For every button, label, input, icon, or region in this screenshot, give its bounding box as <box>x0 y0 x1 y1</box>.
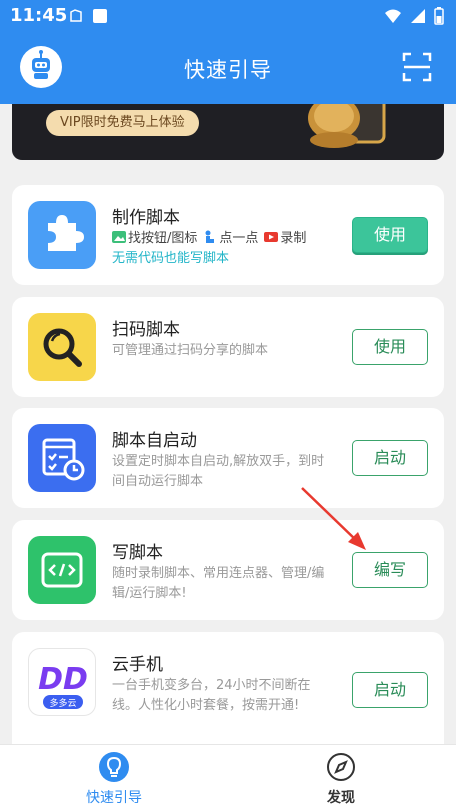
battery-icon <box>434 7 444 25</box>
nav-discover[interactable]: 发现 <box>281 751 401 807</box>
record-icon <box>264 231 279 242</box>
vip-coin-icon <box>308 104 386 148</box>
card-title: 写脚本 <box>112 543 163 563</box>
card-scan-script: 扫码脚本 可管理通过扫码分享的脚本 使用 <box>12 297 444 397</box>
feature-find-button: 找按钮/图标 <box>128 231 198 246</box>
status-time: 11:45 <box>10 5 68 26</box>
scan-icon[interactable] <box>402 52 432 82</box>
notification-square-icon <box>93 9 107 23</box>
write-button[interactable]: 编写 <box>352 552 428 588</box>
schedule-icon <box>28 424 96 492</box>
page-title: 快速引导 <box>184 58 272 82</box>
vip-promo-label: VIP限时免费马上体验 <box>46 110 199 136</box>
feature-record: 录制 <box>280 231 307 246</box>
tap-hand-icon <box>205 230 215 243</box>
nav-quick-guide[interactable]: 快速引导 <box>54 751 174 807</box>
card-make-script: 制作脚本 找按钮/图标 点一点 录制 无需代码也能写脚本 使用 <box>12 185 444 285</box>
duoduoyun-logo: DD 多多云 <box>28 648 96 716</box>
status-right-icons <box>384 7 444 25</box>
magnifier-icon <box>28 313 96 381</box>
card-cloud-phone: DD 多多云 云手机 一台手机变多台，24小时不间断在线。人性化小时套餐，按需开… <box>12 632 444 744</box>
status-bar: 11:45 <box>0 0 456 32</box>
card-auto-start: 脚本自启动 设置定时脚本自启动,解放双手，到时间自动运行脚本 启动 <box>12 408 444 508</box>
card-description: 一台手机变多台，24小时不间断在线。人性化小时套餐，按需开通! <box>112 678 311 713</box>
screenshot-icon <box>70 9 82 22</box>
start-button[interactable]: 启动 <box>352 672 428 708</box>
annotation-arrow-icon <box>301 487 366 550</box>
card-title: 扫码脚本 <box>112 320 180 340</box>
vip-banner[interactable]: VIP限时免费马上体验 <box>12 104 444 160</box>
lightbulb-icon <box>99 752 129 782</box>
code-icon <box>28 536 96 604</box>
card-tagline: 无需代码也能写脚本 <box>112 251 230 266</box>
bottom-nav: 快速引导 发现 <box>0 744 456 812</box>
status-left-icons <box>68 8 108 24</box>
start-button[interactable]: 启动 <box>352 440 428 476</box>
svg-text:DD: DD <box>38 662 88 697</box>
card-description: 随时录制脚本、常用连点器、管理/编辑/运行脚本! <box>112 566 325 601</box>
signal-icon <box>411 9 425 23</box>
svg-text:多多云: 多多云 <box>49 697 76 709</box>
nav-label: 快速引导 <box>86 790 142 806</box>
app-header: 快速引导 <box>0 32 456 104</box>
feature-row: 找按钮/图标 点一点 录制 <box>112 227 306 246</box>
use-button[interactable]: 使用 <box>352 329 428 365</box>
image-icon <box>112 230 126 243</box>
feature-tap: 点一点 <box>219 231 259 246</box>
nav-label: 发现 <box>327 790 355 806</box>
card-description: 可管理通过扫码分享的脚本 <box>112 343 269 358</box>
use-button[interactable]: 使用 <box>352 217 428 253</box>
card-title: 脚本自启动 <box>112 431 197 451</box>
card-write-script: 写脚本 随时录制脚本、常用连点器、管理/编辑/运行脚本! 编写 <box>12 520 444 620</box>
card-title: 制作脚本 <box>112 208 180 228</box>
card-title: 云手机 <box>112 655 163 675</box>
puzzle-icon <box>28 201 96 269</box>
compass-icon <box>327 753 355 781</box>
wifi-icon <box>385 9 401 23</box>
